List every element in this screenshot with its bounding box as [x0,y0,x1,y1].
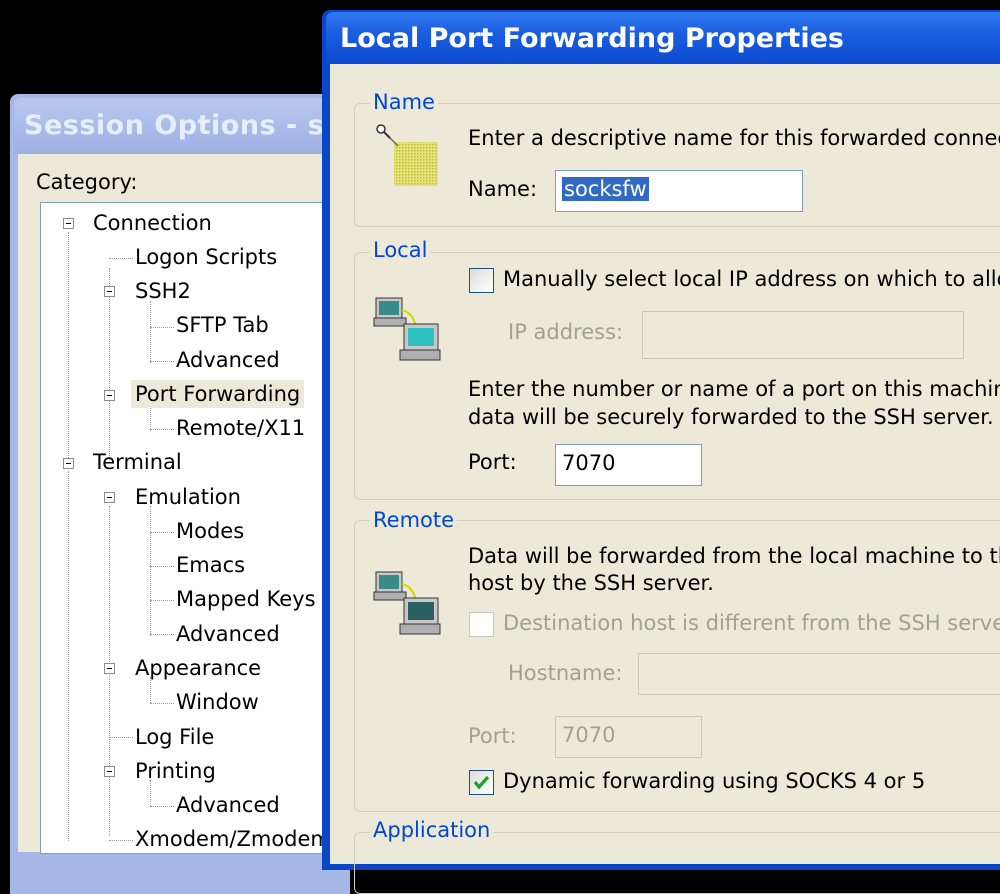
tree-item-printing[interactable]: Printing [135,757,216,785]
collapse-toggle-connection[interactable] [63,218,74,229]
tree-item-emulation-advanced[interactable]: Advanced [176,620,280,648]
tree-item-emulation[interactable]: Emulation [135,483,241,511]
pushpin-icon [376,124,438,186]
name-description: Enter a descriptive name for this forwar… [468,126,1000,150]
tree-item-port-forwarding[interactable]: Port Forwarding [131,380,305,408]
tree-item-printing-advanced[interactable]: Advanced [176,791,280,819]
collapse-toggle-ssh2[interactable] [104,286,115,297]
local-computers-icon [373,297,441,361]
tree-item-terminal[interactable]: Terminal [93,448,182,476]
local-port-help-line2: data will be securely forwarded to the S… [468,405,994,429]
tree-item-log-file[interactable]: Log File [135,723,214,751]
collapse-toggle-appearance[interactable] [104,663,115,674]
tree-item-window[interactable]: Window [176,688,259,716]
collapse-toggle-printing[interactable] [104,766,115,777]
ip-address-input[interactable] [642,311,964,359]
collapse-toggle-terminal[interactable] [63,458,74,469]
remote-port-input[interactable]: 7070 [555,716,702,758]
category-label: Category: [36,170,138,194]
manual-local-ip-label: Manually select local IP address on whic… [503,267,1000,291]
collapse-toggle-port-forwarding[interactable] [104,390,115,401]
destination-host-label: Destination host is different from the S… [503,611,1000,635]
collapse-toggle-emulation[interactable] [104,492,115,503]
remote-computers-icon [373,571,441,635]
remote-help-line1: Data will be forwarded from the local ma… [468,544,1000,568]
destination-host-checkbox[interactable] [469,612,494,637]
tree-item-remote-x11[interactable]: Remote/X11 [176,414,305,442]
local-port-help-line1: Enter the number or name of a port on th… [468,377,1000,401]
tree-item-xmodem-zmodem[interactable]: Xmodem/Zmodem [135,825,331,853]
remote-port-label: Port: [468,724,517,748]
dialog-title: Local Port Forwarding Properties [340,23,844,54]
tree-item-logon-scripts[interactable]: Logon Scripts [135,243,277,271]
tree-item-appearance[interactable]: Appearance [135,654,261,682]
ip-address-label: IP address: [508,320,624,344]
tree-item-mapped-keys[interactable]: Mapped Keys [176,585,316,613]
tree-item-sftp-tab[interactable]: SFTP Tab [176,311,269,339]
checkmark-icon [473,775,490,790]
name-group-legend: Name [370,90,438,114]
category-tree[interactable]: Connection Logon Scripts SSH2 SFTP Tab A… [40,202,341,854]
tree-item-emacs[interactable]: Emacs [176,551,245,579]
tree-item-ssh2[interactable]: SSH2 [135,277,191,305]
tree-item-connection[interactable]: Connection [93,209,212,237]
name-input-value: socksfw [562,177,649,201]
local-port-label: Port: [468,450,517,474]
remote-help-line2: host by the SSH server. [468,571,714,595]
local-group-legend: Local [370,238,431,262]
local-port-input[interactable]: 7070 [555,444,702,486]
application-group-legend: Application [370,818,494,842]
remote-group-legend: Remote [370,508,458,532]
tree-item-ssh2-advanced[interactable]: Advanced [176,346,280,374]
session-options-title: Session Options - sv [24,110,343,141]
dynamic-forwarding-label: Dynamic forwarding using SOCKS 4 or 5 [503,769,926,793]
hostname-label: Hostname: [508,661,623,685]
dynamic-forwarding-checkbox[interactable] [469,770,494,795]
name-input[interactable]: socksfw [555,170,803,212]
name-label: Name: [468,177,538,201]
hostname-input[interactable] [638,653,1000,695]
tree-item-modes[interactable]: Modes [176,517,244,545]
manual-local-ip-checkbox[interactable] [469,268,494,293]
